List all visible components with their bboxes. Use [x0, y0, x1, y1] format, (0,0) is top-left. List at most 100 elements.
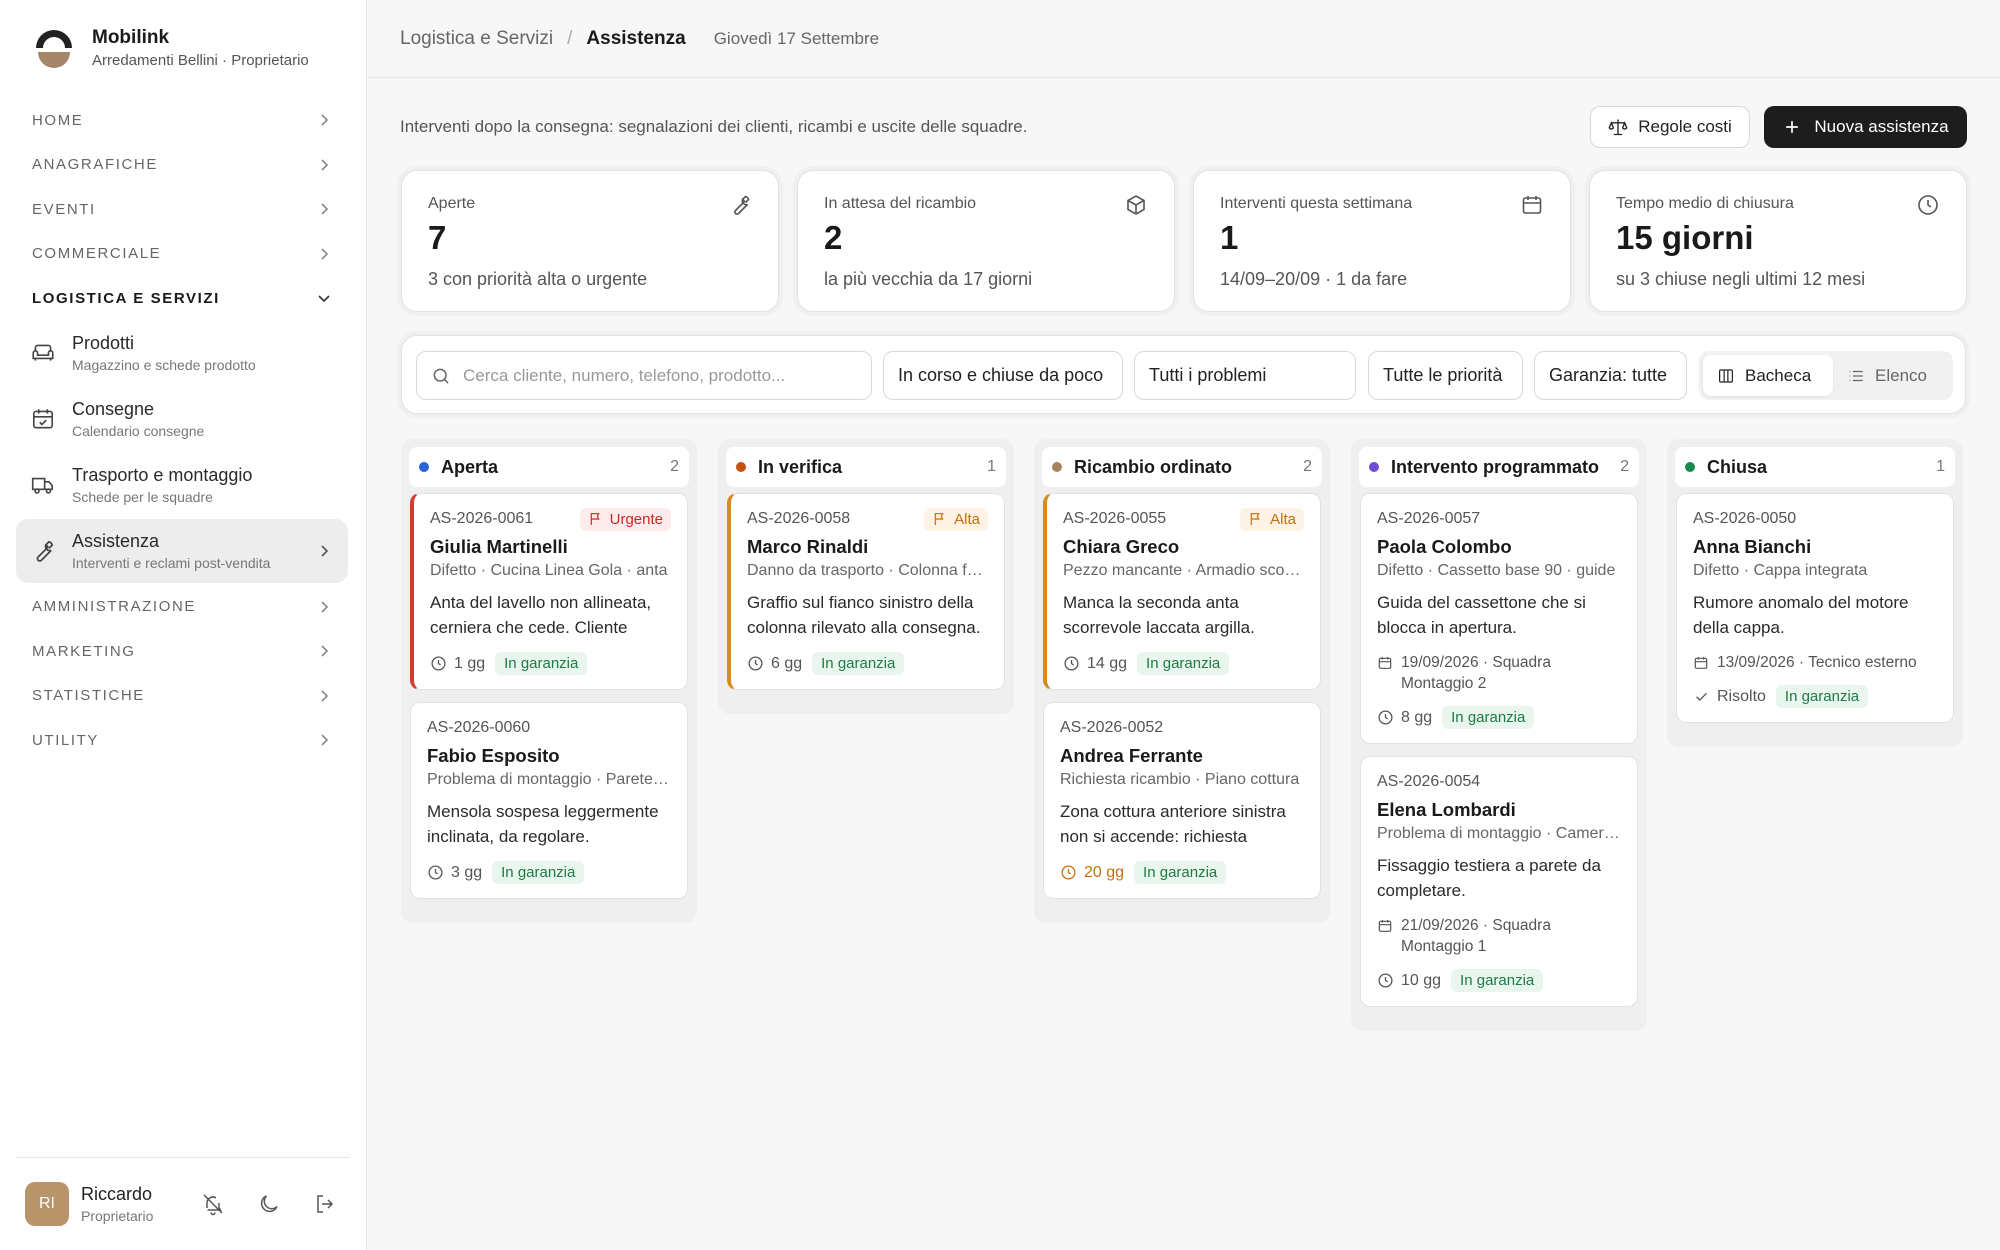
assistance-card[interactable]: AS-2026-0052 Andrea Ferrante Richiesta ric… [1043, 702, 1321, 899]
priority-filter[interactable]: Tutte le priorità [1368, 351, 1523, 400]
nav-section-logistica[interactable]: LOGISTICA E SERVIZI [16, 276, 348, 321]
stat-card-awaiting-part: In attesa del ricambio 2 la più vecchia … [797, 170, 1175, 312]
search-input[interactable] [463, 365, 853, 386]
warranty-badge: In garanzia [1775, 685, 1869, 708]
view-toggle: Bacheca Elenco [1699, 351, 1953, 400]
nav-section-label: ANAGRAFICHE [32, 156, 158, 174]
assistance-card[interactable]: AS-2026-0050 Anna Bianchi Difetto · Cappa … [1676, 493, 1954, 723]
card-meta: Risolto In garanzia [1693, 685, 1937, 708]
ticket-code: AS-2026-0054 [1377, 773, 1481, 790]
calendar-icon [1378, 920, 1392, 932]
rules-button[interactable]: Regole costi [1590, 106, 1750, 148]
column-count: 1 [1936, 458, 1945, 475]
assistance-card[interactable]: AS-2026-0061 Urgente Giulia Martinelli Dife… [410, 493, 688, 690]
bell-off-icon[interactable] [201, 1192, 225, 1216]
column-header[interactable]: Chiusa 1 [1675, 447, 1955, 487]
assistance-card[interactable]: AS-2026-0060 Fabio Esposito Problema di mo… [410, 702, 688, 899]
nav-section-marketing[interactable]: MARKETING [16, 629, 348, 674]
brand[interactable]: Mobilink Arredamenti Bellini · Proprieta… [32, 26, 309, 70]
status-filter[interactable]: In corso e chiuse da poco [883, 351, 1123, 400]
problem-type: Problema di montaggio · Parete attrezzat… [427, 771, 671, 788]
view-board-button[interactable]: Bacheca [1703, 355, 1833, 396]
sidebar-item-consegne[interactable]: Consegne Calendario consegne [16, 387, 348, 451]
problem-filter[interactable]: Tutti i problemi [1134, 351, 1356, 400]
page-description: Interventi dopo la consegna: segnalazion… [400, 117, 1028, 136]
nav-item-subtitle: Calendario consegne [72, 422, 205, 439]
brand-logo-icon [32, 26, 76, 70]
chevron-right-icon [321, 203, 329, 215]
card-header: AS-2026-0055 Alta [1063, 506, 1304, 532]
nav-section-anagrafiche[interactable]: ANAGRAFICHE [16, 143, 348, 188]
problem-type: Difetto · Cucina Linea Gola · anta [430, 562, 668, 579]
priority-label: Urgente [609, 510, 663, 528]
logout-icon[interactable] [313, 1192, 337, 1216]
nav-item-title: Assistenza [72, 530, 160, 551]
sidebar-item-prodotti[interactable]: Prodotti Magazzino e schede prodotto [16, 321, 348, 385]
assistance-card[interactable]: AS-2026-0057 Paola Colombo Difetto · Casse… [1360, 493, 1638, 744]
chevron-right-icon [321, 601, 329, 613]
column-header[interactable]: Aperta 2 [409, 447, 689, 487]
ticket-age: 1 gg [430, 655, 485, 673]
new-assistance-button[interactable]: Nuova assistenza [1764, 106, 1967, 148]
column-count: 2 [1303, 458, 1312, 475]
nav-section-commerciale[interactable]: COMMERCIALE [16, 232, 348, 277]
customer-name: Anna Bianchi [1693, 536, 1812, 557]
column-header[interactable]: Intervento programmato 2 [1359, 447, 1639, 487]
sidebar-item-assistenza[interactable]: Assistenza Interventi e reclami post-vend… [16, 518, 348, 583]
assistance-card[interactable]: AS-2026-0055 Alta Chiara Greco Pezzo mancan… [1043, 493, 1321, 690]
assistance-card[interactable]: AS-2026-0058 Alta Marco Rinaldi Danno da tr… [727, 493, 1005, 690]
clock-icon [748, 656, 763, 671]
priority-label: Alta [954, 510, 980, 528]
nav-section-amministrazione[interactable]: AMMINISTRAZIONE [16, 585, 348, 630]
view-board-label: Bacheca [1745, 365, 1812, 385]
nav-section-home[interactable]: HOME [16, 98, 348, 143]
columns-icon [1719, 368, 1733, 383]
kanban-column: Aperta 2 AS-2026-0061 Urgente Giulia Martine… [401, 439, 697, 923]
card-meta: 10 gg In garanzia [1377, 969, 1621, 992]
column-count: 2 [1620, 458, 1629, 475]
moon-icon[interactable] [257, 1192, 281, 1216]
ticket-age: 14 gg [1063, 655, 1127, 673]
nav-section-label: LOGISTICA E SERVIZI [32, 289, 220, 307]
customer-name: Fabio Esposito [427, 745, 560, 766]
nav-section-statistiche[interactable]: STATISTICHE [16, 674, 348, 719]
stat-label: Tempo medio di chiusura [1616, 195, 1794, 212]
warranty-badge: In garanzia [495, 652, 588, 675]
ticket-age: 6 gg [747, 655, 802, 673]
warranty-badge: In garanzia [1442, 706, 1535, 729]
ticket-code: AS-2026-0058 [747, 510, 851, 527]
customer-name: Andrea Ferrante [1060, 745, 1203, 766]
flag-icon [1250, 513, 1260, 525]
clock-icon [431, 656, 446, 671]
brand-name: Mobilink [92, 27, 170, 48]
stat-card-avg-close: Tempo medio di chiusura 15 giorni su 3 c… [1589, 170, 1967, 312]
avatar[interactable]: RI [25, 1182, 69, 1226]
nav-section-utility[interactable]: UTILITY [16, 718, 348, 763]
warranty-badge: In garanzia [1134, 861, 1227, 884]
assistance-card[interactable]: AS-2026-0054 Elena Lombardi Problema di mo… [1360, 756, 1638, 1007]
chevron-right-icon [321, 114, 329, 126]
nav-section-label: STATISTICHE [32, 687, 145, 705]
current-date: Giovedì 17 Settembre [713, 28, 880, 48]
stat-value: 2 [824, 219, 843, 256]
column-header[interactable]: Ricambio ordinato 2 [1042, 447, 1322, 487]
card-header: AS-2026-0054 [1377, 769, 1621, 795]
breadcrumb-parent[interactable]: Logistica e Servizi [400, 28, 553, 50]
chevron-right-icon [321, 159, 329, 171]
problem-description: Rumore anomalo del motore della cappa. [1693, 593, 1909, 637]
column-header[interactable]: In verifica 1 [726, 447, 1006, 487]
calendar-icon [1378, 657, 1392, 669]
warranty-filter[interactable]: Garanzia: tutte [1534, 351, 1687, 400]
plus-icon [1786, 121, 1799, 133]
nav-section-label: AMMINISTRAZIONE [32, 598, 197, 616]
nav-section-eventi[interactable]: EVENTI [16, 187, 348, 232]
card-meta: 1 gg In garanzia [430, 652, 671, 675]
card-header: AS-2026-0060 [427, 715, 671, 741]
chevron-down-icon [318, 295, 330, 303]
customer-name: Marco Rinaldi [747, 536, 869, 557]
chevron-right-icon [321, 690, 329, 702]
view-list-button[interactable]: Elenco [1833, 355, 1941, 396]
search-icon [433, 368, 449, 384]
ticket-code: AS-2026-0057 [1377, 510, 1481, 527]
sidebar-item-trasporto[interactable]: Trasporto e montaggio Schede per le squad… [16, 453, 348, 517]
